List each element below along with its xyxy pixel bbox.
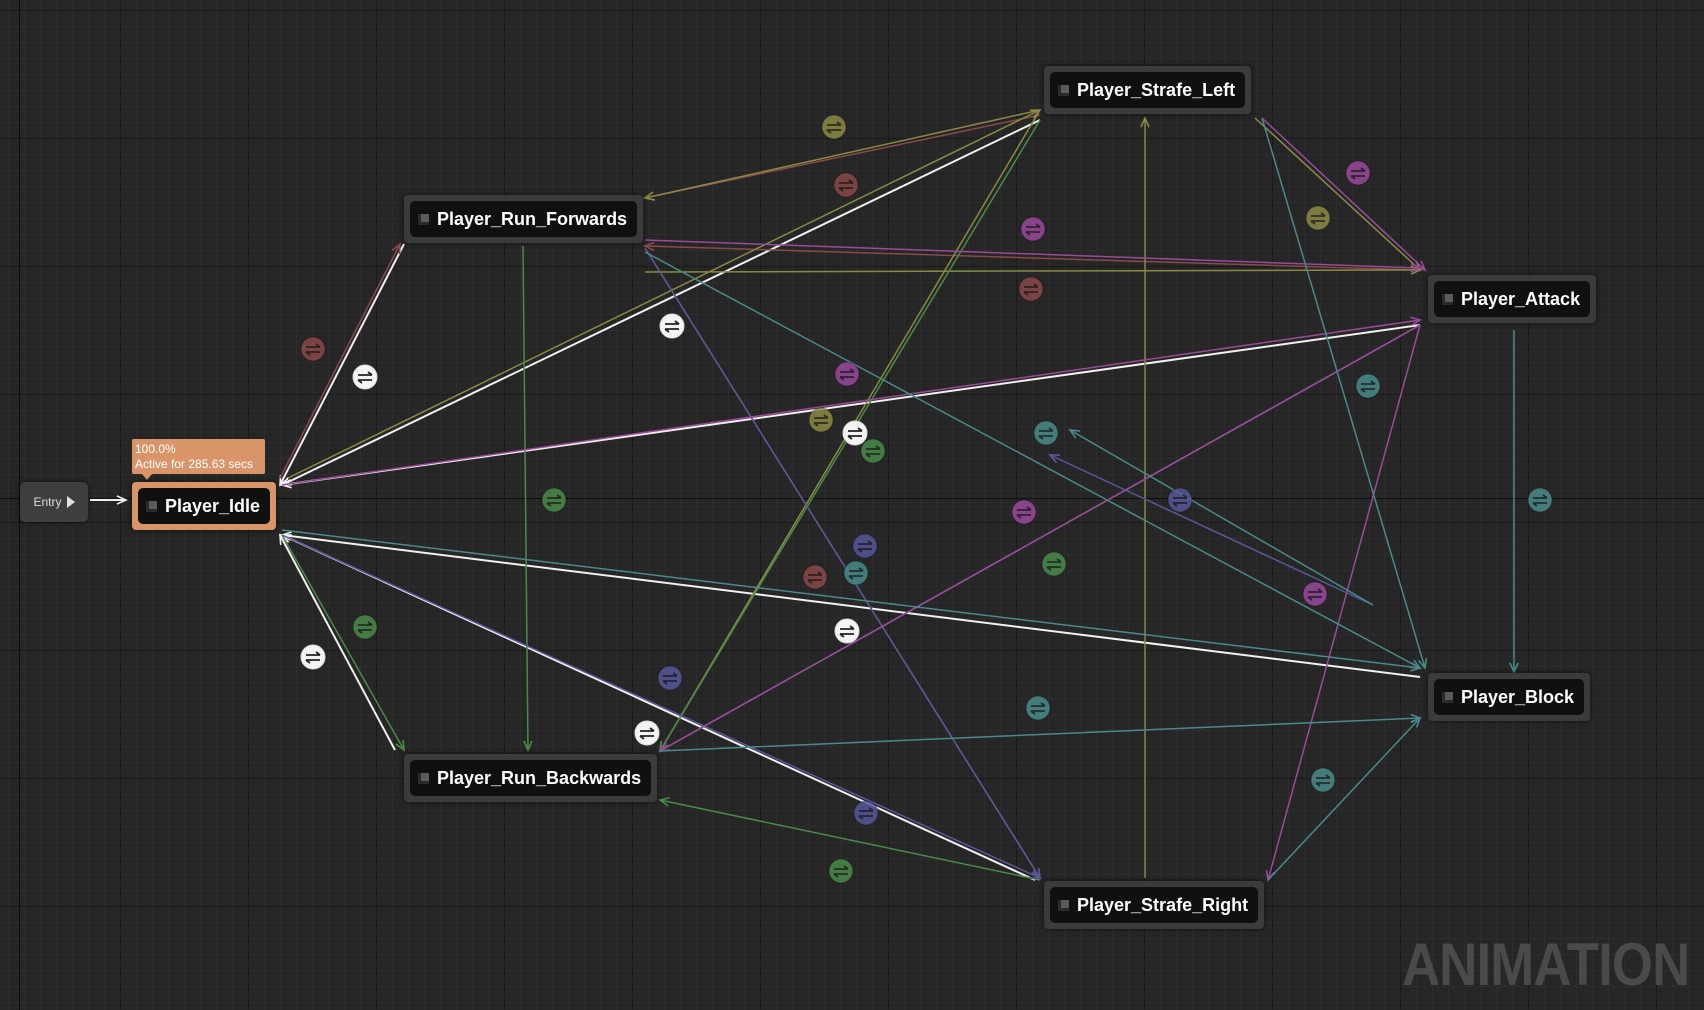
- transition-wire[interactable]: [522, 245, 529, 751]
- state-label: Player_Attack: [1461, 288, 1581, 309]
- entry-label: Entry: [33, 495, 62, 509]
- state-label: Player_Block: [1461, 686, 1575, 707]
- state-player-run-backwards[interactable]: Player_Run_Backwards: [404, 754, 658, 802]
- entry-node[interactable]: Entry: [20, 482, 88, 522]
- entry-exec-pin-icon[interactable]: [66, 496, 75, 508]
- transition-rule-icon[interactable]: [300, 644, 326, 670]
- transition-rule-icon[interactable]: [1018, 276, 1044, 302]
- transition-wire[interactable]: [281, 534, 405, 751]
- transition-rule-icon[interactable]: [802, 564, 828, 590]
- transition-wire[interactable]: [644, 247, 1041, 879]
- graph-type-watermark: ANIMATION: [1402, 931, 1690, 998]
- transition-rule-icon[interactable]: [821, 114, 847, 140]
- transition-rule-icon[interactable]: [842, 420, 868, 446]
- transition-rule-icon[interactable]: [808, 407, 834, 433]
- transition-wire[interactable]: [287, 109, 1041, 479]
- state-player-idle[interactable]: Player_Idle: [132, 482, 277, 530]
- transition-rule-icon[interactable]: [834, 361, 860, 387]
- transition-wire[interactable]: [1267, 324, 1421, 881]
- transition-wire[interactable]: [281, 534, 1041, 879]
- transition-rule-icon[interactable]: [1041, 551, 1067, 577]
- state-icon: [1442, 293, 1453, 305]
- tooltip-active-time: Active for 285.63 secs: [135, 457, 254, 471]
- transition-wire[interactable]: [1254, 117, 1421, 271]
- transition-rule-icon[interactable]: [1025, 695, 1051, 721]
- state-icon: [146, 500, 157, 512]
- transition-rule-icon[interactable]: [657, 665, 683, 691]
- transition-rule-icon[interactable]: [828, 858, 854, 884]
- state-icon: [1058, 84, 1069, 96]
- transition-wire[interactable]: [644, 269, 1421, 273]
- transition-rule-icon[interactable]: [1355, 373, 1381, 399]
- state-label: Player_Strafe_Left: [1077, 79, 1236, 100]
- transition-wire[interactable]: [644, 251, 1421, 669]
- transition-wire[interactable]: [659, 717, 1421, 752]
- transition-rule-icon[interactable]: [833, 172, 859, 198]
- transition-wire[interactable]: [659, 324, 1421, 752]
- transition-rule-icon[interactable]: [843, 560, 869, 586]
- state-icon: [1058, 899, 1069, 911]
- transition-rule-icon[interactable]: [352, 614, 378, 640]
- state-label: Player_Run_Forwards: [437, 208, 628, 229]
- state-icon: [418, 213, 429, 225]
- transition-wire[interactable]: [1049, 454, 1374, 606]
- state-icon: [418, 772, 429, 784]
- state-player-strafe-right[interactable]: Player_Strafe_Right: [1044, 881, 1265, 929]
- transition-rule-icon[interactable]: [541, 487, 567, 513]
- transition-wire[interactable]: [279, 243, 401, 479]
- transition-rule-icon[interactable]: [634, 720, 660, 746]
- transition-wire[interactable]: [1069, 429, 1374, 606]
- transition-rule-icon[interactable]: [1033, 420, 1059, 446]
- transition-rule-icon[interactable]: [1020, 216, 1046, 242]
- transition-rule-icon[interactable]: [834, 618, 860, 644]
- state-icon: [1442, 691, 1453, 703]
- transition-rule-icon[interactable]: [1345, 160, 1371, 186]
- transition-rule-icon[interactable]: [1167, 487, 1193, 513]
- state-player-attack[interactable]: Player_Attack: [1428, 275, 1597, 323]
- transition-rule-icon[interactable]: [853, 800, 879, 826]
- transition-rule-icon[interactable]: [1305, 205, 1331, 231]
- transition-rule-icon[interactable]: [352, 364, 378, 390]
- transition-rule-icon[interactable]: [860, 438, 886, 464]
- state-player-block[interactable]: Player_Block: [1428, 673, 1591, 721]
- state-player-run-forwards[interactable]: Player_Run_Forwards: [404, 195, 644, 243]
- transition-wire[interactable]: [281, 534, 1421, 678]
- transition-rule-icon[interactable]: [659, 313, 685, 339]
- transition-rule-icon[interactable]: [852, 533, 878, 559]
- state-label: Player_Strafe_Right: [1077, 894, 1249, 915]
- transition-rule-icon[interactable]: [1302, 581, 1328, 607]
- transition-wire[interactable]: [279, 243, 405, 486]
- active-state-tooltip: 100.0% Active for 285.63 secs: [132, 439, 265, 480]
- transition-wire[interactable]: [281, 529, 1421, 669]
- transition-wire[interactable]: [1261, 117, 1426, 271]
- state-label: Player_Run_Backwards: [437, 767, 642, 788]
- state-label: Player_Idle: [165, 495, 261, 516]
- tooltip-weight: 100.0%: [135, 442, 176, 456]
- transition-rule-icon[interactable]: [1310, 767, 1336, 793]
- transition-wire[interactable]: [279, 534, 396, 751]
- transition-rule-icon[interactable]: [1527, 487, 1553, 513]
- state-player-strafe-left[interactable]: Player_Strafe_Left: [1044, 66, 1252, 114]
- transition-rule-icon[interactable]: [300, 336, 326, 362]
- transition-rule-icon[interactable]: [1011, 499, 1037, 525]
